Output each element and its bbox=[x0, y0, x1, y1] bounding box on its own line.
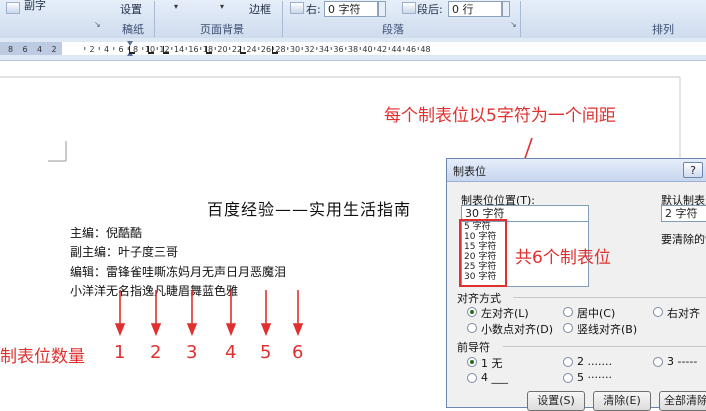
annotation-interval-note: 每个制表位以5字符为一个间距 bbox=[384, 106, 616, 126]
align-right-label: 右对齐 bbox=[667, 307, 700, 320]
tab-number: 4 bbox=[225, 342, 237, 363]
leader-dots-label: 2 ....... bbox=[577, 355, 612, 368]
divider bbox=[513, 297, 706, 298]
annotation-tab-count-label: 制表位数量 bbox=[0, 347, 85, 367]
clear-all-button[interactable]: 全部清除 bbox=[659, 391, 706, 411]
clear-button[interactable]: 清除(E) bbox=[593, 391, 651, 411]
alignment-label: 对齐方式 bbox=[457, 292, 501, 305]
leader-none-label: 1 无 bbox=[481, 357, 503, 370]
leader-dashes-radio[interactable] bbox=[653, 357, 663, 367]
leader-label: 前导符 bbox=[457, 341, 490, 354]
tab-number: 3 bbox=[186, 342, 198, 363]
dialog-titlebar[interactable]: 制表位 ? bbox=[447, 159, 706, 182]
tabs-dialog: 制表位 ? 制表位位置(T): 30 字符 5 字符 10 字符 15 字符 2… bbox=[446, 158, 706, 411]
set-button[interactable]: 设置(S) bbox=[527, 391, 585, 411]
help-button[interactable]: ? bbox=[683, 162, 703, 178]
tab-number: 6 bbox=[292, 342, 304, 363]
leader-middle-dots-label: 5 ······· bbox=[577, 371, 612, 384]
annotation-highlight-box bbox=[459, 219, 507, 287]
clear-tab-label: 要清除的制 bbox=[661, 233, 706, 246]
default-tab-input[interactable]: 2 字符 bbox=[661, 205, 706, 222]
leader-dashes-label: 3 ----- bbox=[667, 355, 698, 368]
align-decimal-radio[interactable] bbox=[467, 323, 477, 333]
align-center-radio[interactable] bbox=[563, 307, 573, 317]
leader-underline-label: 4 ___ bbox=[481, 371, 508, 384]
align-left-radio[interactable] bbox=[467, 307, 477, 317]
dialog-title: 制表位 bbox=[453, 165, 486, 178]
align-decimal-label: 小数点对齐(D) bbox=[481, 323, 554, 336]
leader-none-radio[interactable] bbox=[467, 357, 477, 367]
align-left-label: 左对齐(L) bbox=[481, 307, 529, 320]
leader-middle-dots-radio[interactable] bbox=[563, 373, 573, 383]
tab-number: 5 bbox=[260, 342, 272, 363]
leader-underline-radio[interactable] bbox=[467, 373, 477, 383]
divider bbox=[503, 346, 706, 347]
tab-number: 2 bbox=[150, 342, 162, 363]
tab-number: 1 bbox=[114, 342, 126, 363]
align-right-radio[interactable] bbox=[653, 307, 663, 317]
align-center-label: 居中(C) bbox=[577, 307, 616, 320]
align-bar-radio[interactable] bbox=[563, 323, 573, 333]
leader-dots-radio[interactable] bbox=[563, 357, 573, 367]
annotation-count-note: 共6个制表位 bbox=[515, 248, 611, 268]
align-bar-label: 竖线对齐(B) bbox=[577, 323, 638, 336]
